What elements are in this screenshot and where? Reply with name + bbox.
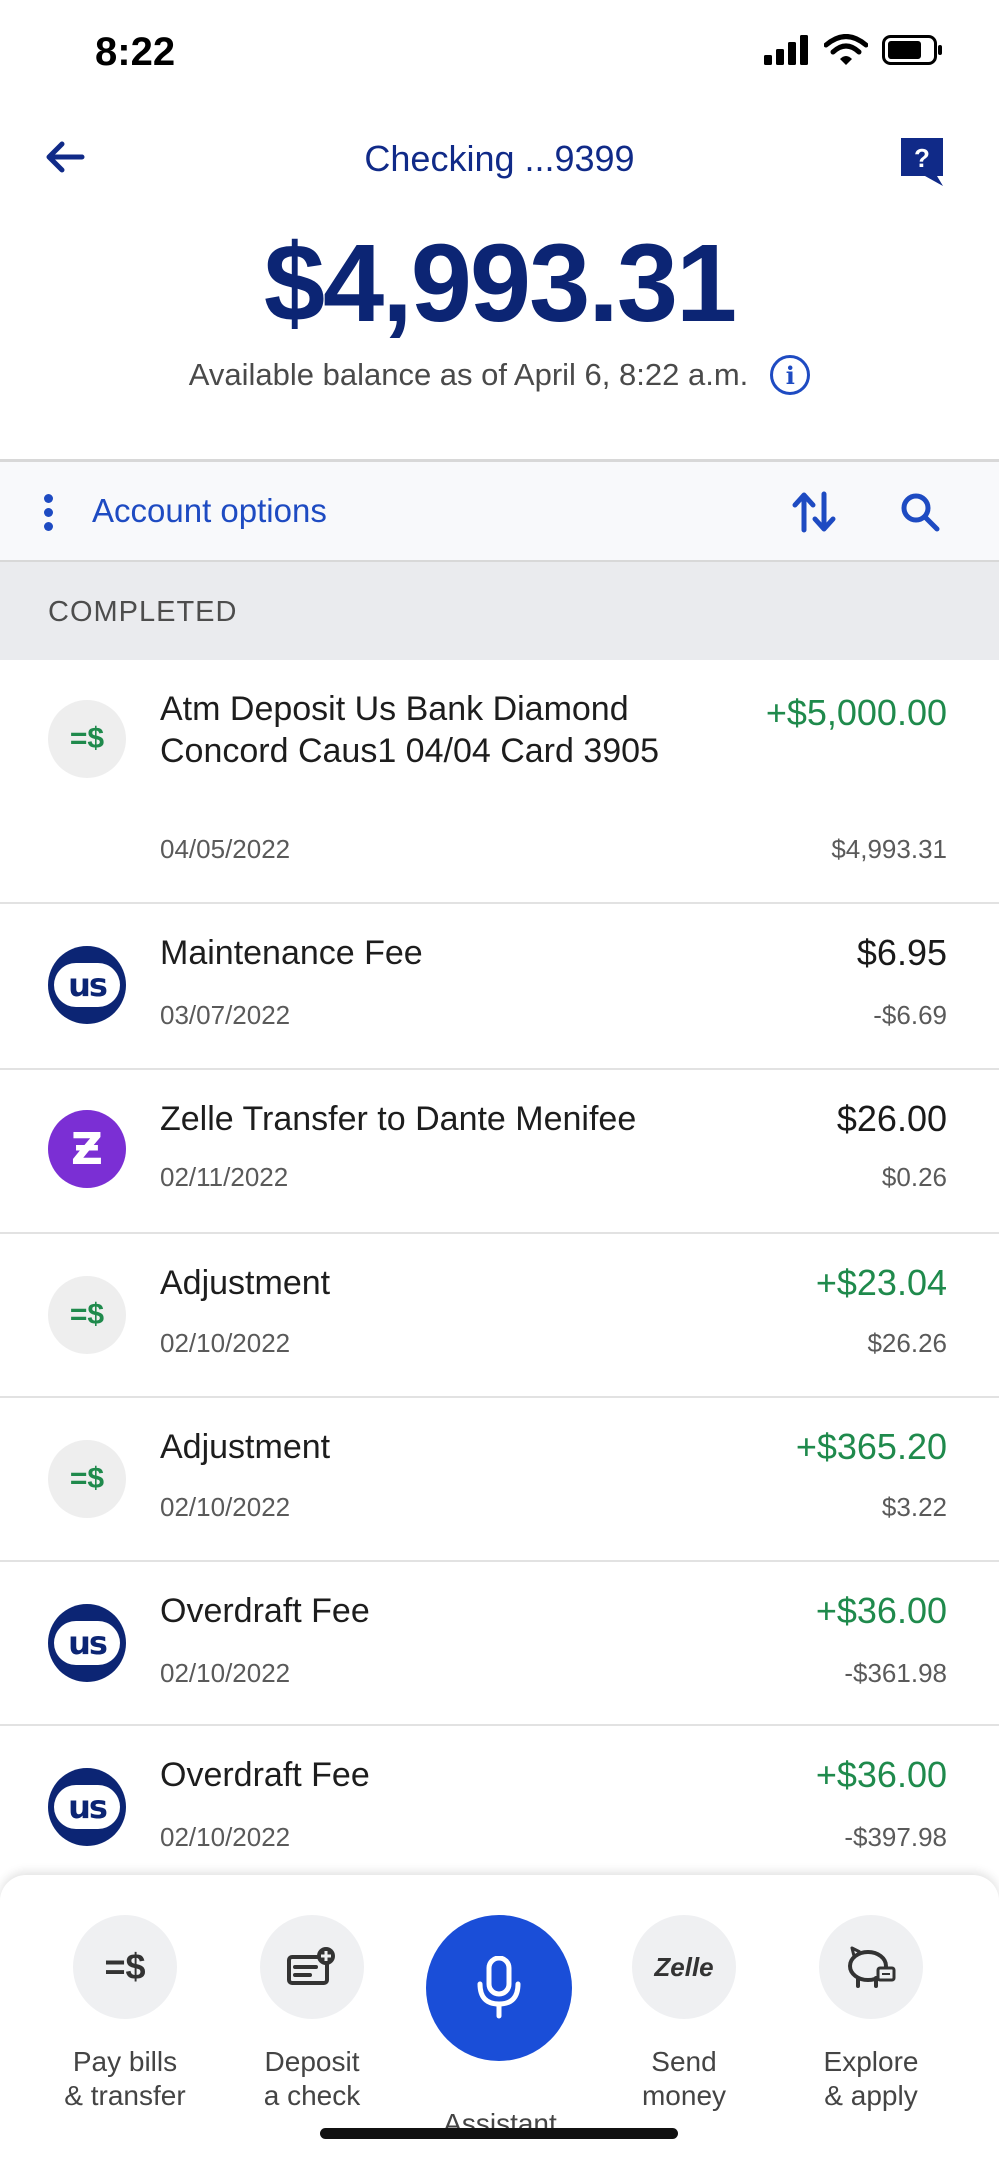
status-bar: 8:22	[0, 0, 999, 110]
more-vertical-icon[interactable]	[44, 494, 56, 534]
transaction-row[interactable]: us Overdraft Fee 02/10/2022 +$36.00 -$36…	[0, 1562, 999, 1726]
running-balance: $0.26	[881, 1162, 947, 1192]
piggy-bank-icon	[819, 1915, 923, 2019]
wifi-icon	[824, 34, 868, 65]
section-title: COMPLETED	[48, 596, 238, 628]
bottom-navigation: =$ Pay bills & transfer Deposit a check …	[0, 1875, 999, 2160]
completed-section-header: COMPLETED	[0, 562, 999, 660]
sort-icon[interactable]	[790, 490, 840, 534]
transaction-row[interactable]: =$ Atm Deposit Us Bank Diamond Concord C…	[0, 660, 999, 904]
transaction-date: 02/10/2022	[160, 1658, 291, 1688]
zelle-logo-icon: Zelle	[632, 1915, 736, 2019]
zelle-icon: Ƶ	[48, 1110, 126, 1188]
transaction-date: 04/05/2022	[160, 834, 291, 864]
transaction-amount: +$5,000.00	[765, 692, 947, 733]
status-icons	[764, 34, 944, 66]
available-balance-caption: Available balance as of April 6, 8:22 a.…	[0, 355, 999, 395]
microphone-icon	[477, 1956, 521, 2019]
transaction-date: 02/11/2022	[160, 1162, 289, 1192]
us-bank-logo-icon: us	[48, 946, 126, 1024]
account-options-button[interactable]: Account options	[92, 492, 327, 530]
nav-label: Pay bills & transfer	[64, 2046, 186, 2111]
pay-transfer-icon: =$	[73, 1915, 177, 2019]
transaction-description: Overdraft Fee	[160, 1592, 370, 1630]
running-balance: -$6.69	[873, 1000, 947, 1030]
available-balance: $4,993.31	[263, 222, 737, 345]
transaction-amount: +$36.00	[815, 1754, 947, 1795]
transaction-row[interactable]: =$ Adjustment 02/10/2022 +$23.04 $26.26	[0, 1234, 999, 1398]
transaction-description: Adjustment	[160, 1264, 331, 1302]
running-balance: $4,993.31	[831, 834, 947, 864]
info-icon[interactable]: i	[770, 355, 811, 395]
transaction-row[interactable]: Ƶ Zelle Transfer to Dante Menifee 02/11/…	[0, 1070, 999, 1234]
account-header: Checking ...9399 ? $4,993.31 Available b…	[0, 110, 999, 460]
svg-text:?: ?	[914, 143, 930, 173]
transaction-date: 02/10/2022	[160, 1822, 291, 1852]
transaction-amount: $6.95	[856, 932, 947, 973]
deposit-check-icon	[260, 1915, 364, 2019]
status-time: 8:22	[95, 30, 176, 74]
transaction-description: Atm Deposit Us Bank Diamond Concord Caus…	[160, 690, 659, 770]
running-balance: $3.22	[881, 1492, 947, 1522]
running-balance: -$361.98	[844, 1658, 947, 1688]
nav-pay-bills-transfer[interactable]: =$ Pay bills & transfer	[45, 1915, 205, 2113]
transaction-date: 02/10/2022	[160, 1328, 291, 1358]
us-bank-logo-icon: us	[48, 1768, 126, 1846]
nav-explore-apply[interactable]: Explore & apply	[791, 1915, 951, 2113]
deposit-icon: =$	[48, 700, 126, 778]
account-options-bar: Account options	[0, 462, 999, 562]
transaction-description: Overdraft Fee	[160, 1756, 370, 1794]
transaction-row[interactable]: us Overdraft Fee 02/10/2022 +$36.00 -$39…	[0, 1726, 999, 1888]
transaction-description: Adjustment	[160, 1428, 331, 1466]
assistant-button[interactable]	[426, 1915, 572, 2061]
deposit-icon: =$	[48, 1276, 126, 1354]
transaction-row[interactable]: us Maintenance Fee 03/07/2022 $6.95 -$6.…	[0, 904, 999, 1070]
transaction-amount: +$365.20	[795, 1426, 947, 1467]
nav-label: Explore & apply	[823, 2046, 919, 2111]
transaction-amount: +$36.00	[815, 1590, 947, 1631]
available-balance-text: Available balance as of April 6, 8:22 a.…	[188, 357, 749, 392]
us-bank-logo-icon: us	[48, 1604, 126, 1682]
nav-label: Send money	[641, 2046, 727, 2111]
transaction-amount: +$23.04	[815, 1262, 947, 1303]
account-title: Checking ...9399	[364, 138, 635, 179]
running-balance: $26.26	[867, 1328, 947, 1358]
transaction-date: 03/07/2022	[160, 1000, 291, 1030]
home-indicator[interactable]	[320, 2128, 678, 2139]
help-icon[interactable]: ?	[897, 134, 947, 188]
battery-icon	[882, 35, 942, 65]
transaction-row[interactable]: =$ Adjustment 02/10/2022 +$365.20 $3.22	[0, 1398, 999, 1562]
transaction-description: Maintenance Fee	[160, 934, 423, 972]
deposit-icon: =$	[48, 1440, 126, 1518]
running-balance: -$397.98	[844, 1822, 947, 1852]
transaction-amount: $26.00	[836, 1098, 947, 1139]
transaction-description: Zelle Transfer to Dante Menifee	[160, 1100, 637, 1138]
search-icon[interactable]	[898, 490, 942, 534]
transaction-date: 02/10/2022	[160, 1492, 291, 1522]
nav-send-money[interactable]: Zelle Send money	[604, 1915, 764, 2113]
cellular-signal-icon	[764, 35, 808, 65]
nav-label: Deposit a check	[263, 2046, 361, 2111]
nav-deposit-check[interactable]: Deposit a check	[232, 1915, 392, 2113]
